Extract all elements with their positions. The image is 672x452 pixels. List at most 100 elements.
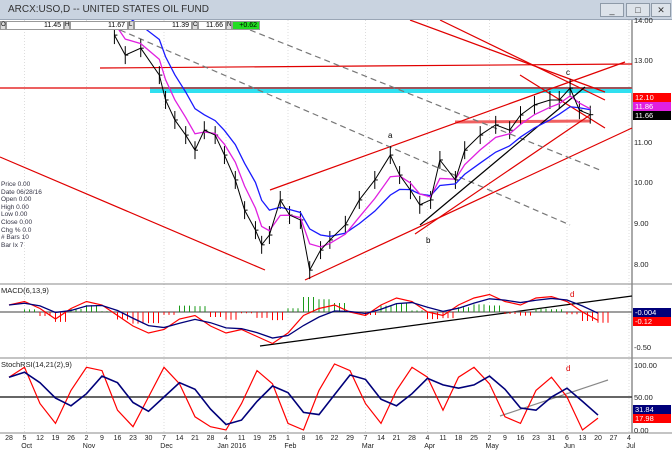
- date-tick-label: 20: [594, 435, 602, 442]
- date-tick-label: 27: [609, 435, 618, 442]
- info-price: Price 0.00: [1, 181, 31, 188]
- date-tick-label: 9: [503, 435, 507, 442]
- close-value: 11.66: [198, 21, 226, 30]
- channel-mid: [414, 114, 591, 235]
- maximize-button[interactable]: □: [626, 3, 650, 17]
- price-tag-resistance: 12.10: [633, 93, 671, 102]
- month-label: Jan 2016: [217, 443, 247, 450]
- close-button[interactable]: ✕: [651, 3, 671, 17]
- date-tick-label: 9: [100, 435, 104, 442]
- month-label: Nov: [82, 443, 96, 450]
- black-trendline: [419, 86, 586, 226]
- date-tick-label: 12: [36, 435, 44, 442]
- month-label: Oct: [21, 443, 33, 450]
- info-bar-index: Bar Ix 7: [1, 241, 24, 249]
- axis-label: -0.50: [634, 343, 652, 352]
- date-tick-label: 2: [487, 435, 492, 442]
- date-tick-label: 5: [22, 435, 27, 442]
- date-tick-label: 1: [286, 435, 290, 442]
- date-tick-label: 21: [191, 435, 199, 442]
- macd-histogram: [24, 296, 609, 324]
- date-tick-label: 4: [425, 435, 430, 442]
- wave-label-d-macd: d: [570, 290, 574, 299]
- date-tick-label: 14: [175, 435, 184, 442]
- open-value: 11.45: [6, 21, 64, 30]
- month-label: Apr: [424, 443, 436, 450]
- date-tick-label: 16: [315, 435, 323, 442]
- window-titlebar: ARCX:USO,D -- UNITED STATES OIL FUND _ □…: [0, 0, 672, 20]
- date-tick-label: 28: [5, 435, 13, 442]
- stochrsi-d-line: [8, 371, 599, 426]
- date-tick-label: 28: [206, 435, 215, 442]
- wave-label-d-stoch: d: [566, 364, 570, 373]
- axis-label: 0.00: [634, 426, 649, 435]
- date-tick-label: 21: [392, 435, 401, 442]
- macd-tag-signal: -0.004: [633, 308, 671, 317]
- date-tick-label: 16: [113, 435, 122, 442]
- low-value: 11.39: [134, 21, 192, 30]
- axis-label: 13.00: [634, 56, 653, 65]
- axis-label: 14.00: [634, 16, 653, 25]
- date-tick-label: 25: [470, 435, 478, 442]
- month-label: Feb: [284, 443, 297, 450]
- wave-label-a: a: [388, 131, 393, 140]
- dashed-line: [249, 29, 601, 171]
- info-bars: # Bars 10: [1, 234, 29, 242]
- month-label: Jul: [626, 443, 636, 450]
- horizontal-support: [454, 119, 591, 124]
- info-change-pct: Chg % 0.0: [1, 226, 32, 234]
- info-date: Date 06/28/16: [1, 188, 42, 196]
- quote-bar: O 11.45 H 11.67 L 11.39 C 11.66 N +0.62: [0, 21, 310, 30]
- change-value: +0.62: [232, 21, 260, 30]
- info-close: Close 0.00: [1, 218, 33, 226]
- date-tick-label: 31: [547, 435, 556, 442]
- month-label: Jun: [563, 443, 575, 450]
- date-tick-label: 23: [532, 435, 540, 442]
- date-tick-label: 25: [268, 435, 277, 442]
- axis-label: 9.00: [634, 219, 649, 228]
- date-tick-label: 22: [330, 435, 339, 442]
- date-tick-label: 4: [224, 435, 228, 442]
- minimize-button[interactable]: _: [600, 3, 624, 17]
- date-tick-label: 7: [363, 435, 368, 442]
- chart-canvas[interactable]: a b c d d: [0, 20, 672, 452]
- trendlines: [0, 20, 633, 417]
- axis-label: 10.00: [634, 178, 653, 187]
- stoch-tag-k: 17.98: [633, 414, 671, 423]
- channel-upper: [269, 61, 626, 191]
- price-tag-last: 11.66: [633, 111, 671, 120]
- price-tag-ma-fast: 11.86: [633, 102, 671, 111]
- date-tick-label: 14: [377, 435, 385, 442]
- date-tick-label: 28: [408, 435, 416, 442]
- high-value: 11.67: [70, 21, 128, 30]
- wave-label-c: c: [566, 68, 570, 77]
- horizontal-line: [99, 63, 633, 69]
- axis-label: 100.00: [634, 361, 657, 370]
- date-tick-label: 4: [627, 435, 631, 442]
- date-tick-label: 13: [578, 435, 587, 442]
- date-tick-label: 7: [162, 435, 166, 442]
- falling-line: [409, 20, 606, 93]
- info-low: Low 0.00: [1, 211, 28, 219]
- date-tick-label: 18: [454, 435, 463, 442]
- macd-tag-value: -0.12: [633, 317, 671, 326]
- date-tick-label: 19: [51, 435, 60, 442]
- stoch-tag-d: 31.84: [633, 405, 671, 414]
- date-tick-label: 19: [253, 435, 261, 442]
- date-tick-label: 23: [129, 435, 137, 442]
- window-title: ARCX:USO,D -- UNITED STATES OIL FUND: [8, 4, 209, 15]
- info-high: High 0.00: [1, 203, 29, 211]
- month-label: Dec: [160, 443, 173, 450]
- month-label: Mar: [361, 443, 374, 450]
- date-tick-label: 26: [67, 435, 75, 442]
- grid: [24, 20, 630, 433]
- price-line: [113, 34, 591, 272]
- date-tick-label: 29: [346, 435, 354, 442]
- date-tick-label: 2: [84, 435, 89, 442]
- wave-label-b: b: [426, 236, 431, 245]
- axis-label: 8.00: [634, 260, 649, 269]
- channel-lower: [304, 127, 633, 281]
- date-tick-label: 6: [565, 435, 569, 442]
- axis-label: 11.00: [634, 138, 653, 147]
- price-bars: [113, 26, 594, 280]
